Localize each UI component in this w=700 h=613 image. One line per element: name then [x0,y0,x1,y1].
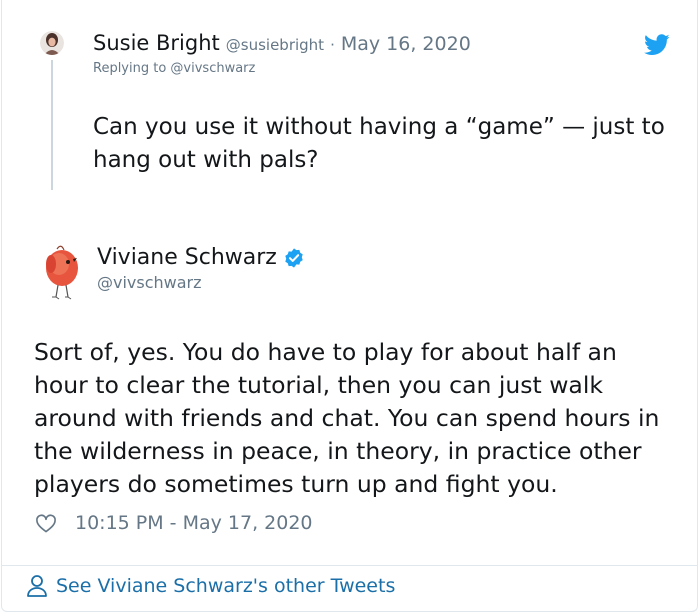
main-author-avatar[interactable] [37,243,87,301]
reply-tweet-date[interactable]: May 16, 2020 [341,33,471,55]
reply-author-name[interactable]: Susie Bright [93,31,220,55]
main-author-handle[interactable]: @vivschwarz [97,273,202,292]
tweet-meta-row: 10:15 PM - May 17, 2020 [35,512,313,534]
replying-to-label: Replying to @vivschwarz [93,61,256,76]
see-other-tweets-link[interactable]: See Viviane Schwarz's other Tweets [26,574,395,598]
see-other-tweets-label: See Viviane Schwarz's other Tweets [56,575,396,597]
reply-author-handle[interactable]: @susiebright [226,36,324,54]
reply-author-avatar[interactable] [40,31,64,55]
main-tweet-header: Viviane Schwarz [97,245,305,270]
reply-tweet-header: Susie Bright @susiebright · May 16, 2020 [93,31,471,55]
main-author-name[interactable]: Viviane Schwarz [97,245,277,270]
footer-divider [2,565,697,566]
heart-icon[interactable] [35,513,57,533]
person-icon [27,575,47,597]
header-separator: · [330,36,335,54]
twitter-bird-icon[interactable] [644,34,670,56]
tweet-timestamp[interactable]: 10:15 PM - May 17, 2020 [75,512,313,534]
reply-tweet-text: Can you use it without having a “game” —… [93,114,665,173]
main-tweet-text: Sort of, yes. You do have to play for ab… [34,338,660,498]
verified-badge-icon [285,247,303,268]
tweet-embed-card: Susie Bright @susiebright · May 16, 2020… [1,0,698,612]
thread-connector-line [51,60,53,190]
